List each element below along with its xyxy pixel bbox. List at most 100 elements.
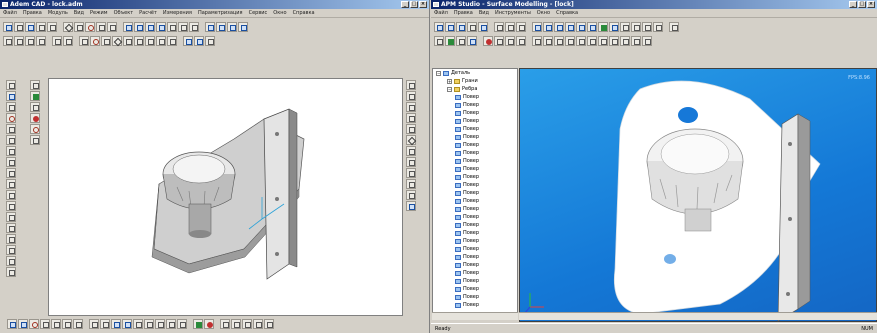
hidden-icon[interactable] <box>189 22 199 32</box>
preview-icon[interactable] <box>47 22 57 32</box>
shade-icon[interactable] <box>167 22 177 32</box>
apm-curve-icon[interactable] <box>543 36 553 46</box>
tracking-icon[interactable] <box>264 319 274 329</box>
save-icon[interactable] <box>25 22 35 32</box>
tree-expand-icon[interactable]: + <box>447 78 452 84</box>
green-mode-icon[interactable] <box>193 319 203 329</box>
apm-material-icon[interactable] <box>494 36 504 46</box>
tree-root[interactable]: − Деталь <box>433 69 517 77</box>
tree-item-surface[interactable]: Повер <box>433 173 517 181</box>
menu-window[interactable]: Окно <box>273 10 286 16</box>
apm-loft-icon[interactable] <box>565 36 575 46</box>
apm-measure-icon[interactable] <box>631 36 641 46</box>
apm-spline-icon[interactable] <box>554 36 564 46</box>
object-snap-icon[interactable] <box>253 319 263 329</box>
apm-pan-icon[interactable] <box>532 22 542 32</box>
extrude-icon[interactable] <box>6 146 16 156</box>
snap-intersect-icon[interactable] <box>40 319 50 329</box>
rect-icon[interactable] <box>79 36 89 46</box>
apm-new-icon[interactable] <box>434 22 444 32</box>
snap-endpoint-icon[interactable] <box>7 319 17 329</box>
select-icon[interactable] <box>30 80 40 90</box>
tree-item-surface[interactable]: Повер <box>433 221 517 229</box>
maximize-button[interactable]: □ <box>410 1 418 8</box>
tree-item-surface[interactable]: Повер <box>433 109 517 117</box>
node-icon[interactable] <box>6 102 16 112</box>
apm-view-box-icon[interactable] <box>587 22 597 32</box>
menu-module[interactable]: Модуль <box>48 10 68 16</box>
layer-manager-icon[interactable] <box>406 80 416 90</box>
body-icon[interactable] <box>6 135 16 145</box>
spline-icon[interactable] <box>107 22 117 32</box>
menu-param[interactable]: Параметризация <box>198 10 243 16</box>
tree-item-surface[interactable]: Повер <box>433 197 517 205</box>
explode-icon[interactable] <box>166 319 176 329</box>
apm-redo-icon[interactable] <box>516 22 526 32</box>
linetype-icon[interactable] <box>406 113 416 123</box>
pattern-icon[interactable] <box>6 201 16 211</box>
tree-item-surface[interactable]: Повер <box>433 181 517 189</box>
circle-icon[interactable] <box>85 22 95 32</box>
tree-item-surface[interactable]: Повер <box>433 205 517 213</box>
apm-zoom-in-icon[interactable] <box>543 22 553 32</box>
angle-icon[interactable] <box>406 135 416 145</box>
chamfer-icon[interactable] <box>112 36 122 46</box>
polygon-icon[interactable] <box>101 36 111 46</box>
center-icon[interactable] <box>30 124 40 134</box>
tree-item-surface[interactable]: Повер <box>433 125 517 133</box>
apm-light-icon[interactable] <box>483 36 493 46</box>
copy-icon[interactable] <box>30 102 40 112</box>
open-icon[interactable] <box>14 22 24 32</box>
window-icon[interactable] <box>406 190 416 200</box>
apm-zoom-window-icon[interactable] <box>565 22 575 32</box>
menu-edit[interactable]: Правка <box>23 10 42 16</box>
apm-close-doc-icon[interactable] <box>669 22 679 32</box>
tree-collapse-icon[interactable]: − <box>436 70 441 76</box>
apm-save-icon[interactable] <box>456 22 466 32</box>
apm-grid-icon[interactable] <box>642 36 652 46</box>
ellipse-icon[interactable] <box>90 36 100 46</box>
view-top-icon[interactable] <box>134 22 144 32</box>
point-icon[interactable] <box>6 80 16 90</box>
view-iso-icon[interactable] <box>156 22 166 32</box>
snap-center-icon[interactable] <box>29 319 39 329</box>
line-icon[interactable] <box>63 22 73 32</box>
model-space-icon[interactable] <box>89 319 99 329</box>
apm-menu-view[interactable]: Вид <box>479 10 489 16</box>
tree-item-surface[interactable]: Повер <box>433 245 517 253</box>
minimize-button[interactable]: _ <box>401 1 409 8</box>
tree-item-surface[interactable]: Повер <box>433 93 517 101</box>
apm-rotate-icon[interactable] <box>631 22 641 32</box>
menu-help[interactable]: Справка <box>293 10 315 16</box>
tree-item-surface[interactable]: Повер <box>433 213 517 221</box>
polyline-icon[interactable] <box>96 22 106 32</box>
new-icon[interactable] <box>3 22 13 32</box>
apm-maximize-button[interactable]: □ <box>858 1 866 8</box>
wire-icon[interactable] <box>178 22 188 32</box>
mirror-icon[interactable] <box>167 36 177 46</box>
tree-node-edges[interactable]: − Ребра <box>433 85 517 93</box>
fit-icon[interactable] <box>238 22 248 32</box>
apm-texture-icon[interactable] <box>505 36 515 46</box>
menu-object[interactable]: Объект <box>114 10 134 16</box>
weight-icon[interactable] <box>406 124 416 134</box>
area-icon[interactable] <box>406 157 416 167</box>
apm-close-button[interactable]: × <box>867 1 875 8</box>
menu-service[interactable]: Сервис <box>249 10 268 16</box>
section-icon[interactable] <box>6 223 16 233</box>
revolve-icon[interactable] <box>6 157 16 167</box>
wireframe-icon[interactable] <box>122 319 132 329</box>
menu-measure[interactable]: Измерения <box>163 10 192 16</box>
boolean-icon[interactable] <box>6 212 16 222</box>
dimension-icon[interactable] <box>194 36 204 46</box>
apm-surface-icon[interactable] <box>532 36 542 46</box>
red-mode-icon[interactable] <box>204 319 214 329</box>
delete-icon[interactable] <box>30 113 40 123</box>
text-icon[interactable] <box>183 36 193 46</box>
apm-trim-icon[interactable] <box>598 36 608 46</box>
menu-view[interactable]: Вид <box>74 10 84 16</box>
view-side-icon[interactable] <box>145 22 155 32</box>
apm-open-icon[interactable] <box>445 22 455 32</box>
polar-mode-icon[interactable] <box>242 319 252 329</box>
measure-icon[interactable] <box>6 234 16 244</box>
